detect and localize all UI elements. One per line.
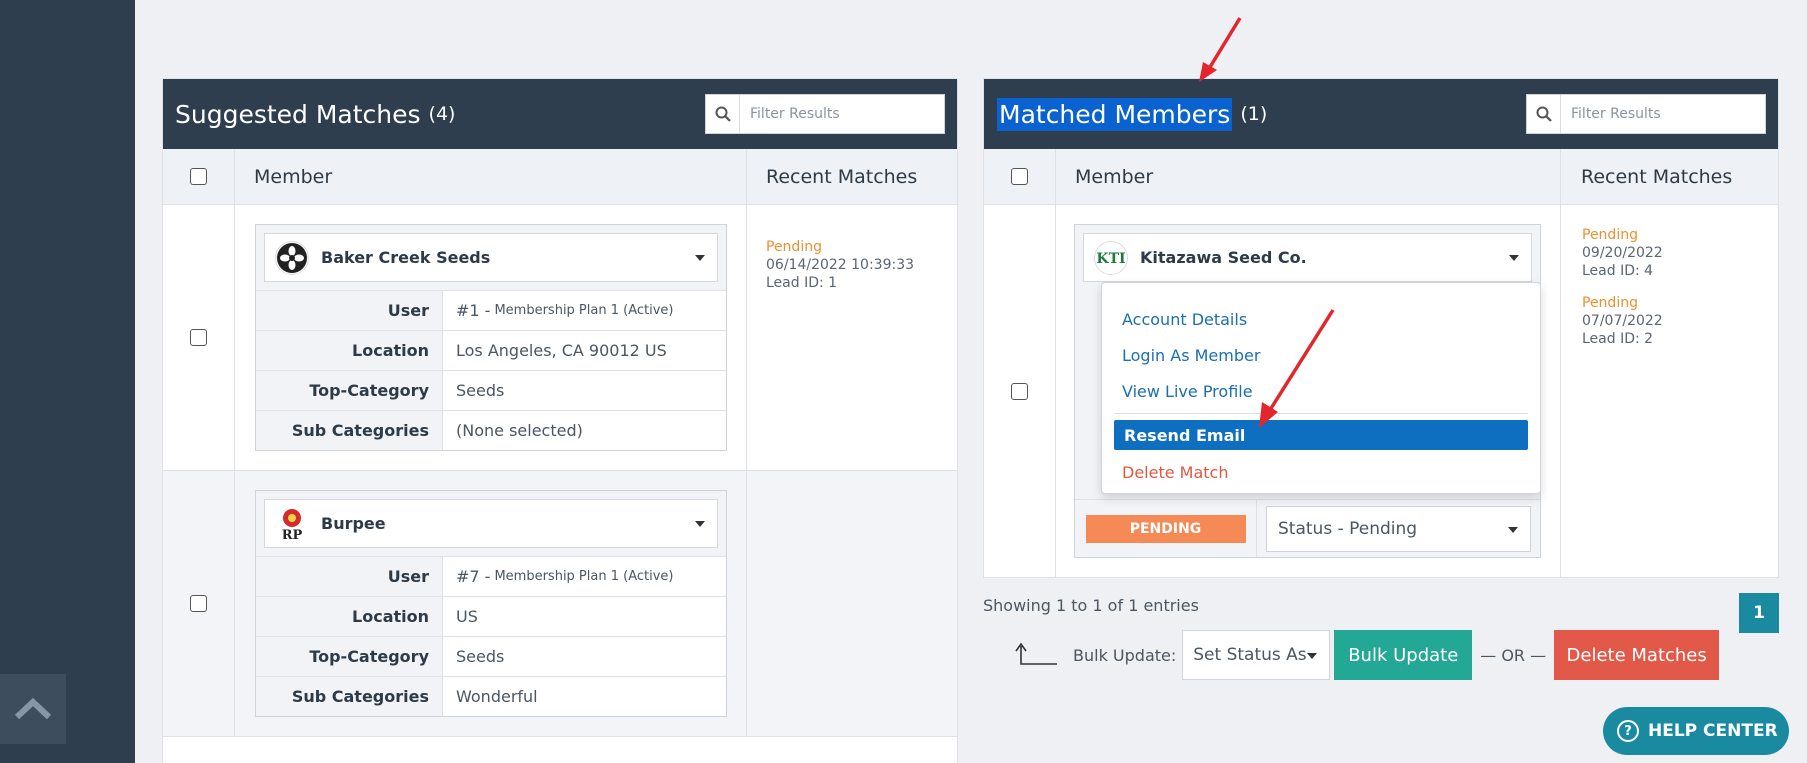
member-dropdown-toggle[interactable]: RP Burpee — [264, 499, 718, 548]
status-select[interactable]: Status - Pending — [1266, 505, 1531, 552]
corner-arrow-icon — [1015, 642, 1057, 665]
bulk-update-button[interactable]: Bulk Update — [1334, 630, 1473, 680]
bulk-update-bar: Bulk Update: Set Status As Bulk Update —… — [1015, 630, 1720, 680]
help-center-button[interactable]: ? HELP CENTER — [1603, 707, 1789, 755]
suggested-matches-panel: Suggested Matches (4) Member Recent Matc… — [162, 78, 958, 763]
chevron-up-icon — [14, 697, 52, 720]
entries-info: Showing 1 to 1 of 1 entries — [983, 596, 1199, 615]
suggested-table-header: Member Recent Matches — [163, 149, 957, 205]
menu-item-account-details[interactable]: Account Details — [1102, 301, 1540, 337]
recent-matches-cell: Pending 09/20/2022 Lead ID: 4 Pending 07… — [1561, 205, 1778, 577]
caret-down-icon — [695, 521, 705, 527]
column-member: Member — [235, 149, 747, 204]
matched-filter-input[interactable] — [1561, 95, 1761, 133]
table-row: Baker Creek Seeds User #1 - Membership Pla… — [163, 205, 957, 471]
column-member: Member — [1056, 149, 1561, 204]
member-logo: KTI — [1094, 240, 1128, 275]
or-separator: — OR — — [1480, 645, 1547, 665]
annotation-arrow-icon — [1199, 17, 1242, 82]
pagination-page-1[interactable]: 1 — [1739, 593, 1779, 633]
svg-text:RP: RP — [282, 528, 303, 541]
sidebar — [0, 0, 135, 763]
suggested-matches-header: Suggested Matches (4) — [163, 79, 957, 149]
member-name: Baker Creek Seeds — [321, 248, 491, 267]
matched-members-count: (1) — [1240, 103, 1268, 125]
column-recent-matches: Recent Matches — [1581, 165, 1733, 188]
menu-item-delete-match[interactable]: Delete Match — [1102, 454, 1540, 490]
question-circle-icon: ? — [1617, 720, 1639, 742]
matched-filter[interactable] — [1526, 94, 1766, 134]
delete-matches-button[interactable]: Delete Matches — [1554, 630, 1720, 680]
recent-match-entry: Pending 09/20/2022 Lead ID: 4 — [1582, 227, 1663, 279]
suggested-filter-input[interactable] — [740, 95, 940, 133]
member-actions-menu: Account Details Login As Member View Liv… — [1101, 282, 1541, 494]
column-recent-matches: Recent Matches — [766, 165, 918, 188]
member-dropdown-toggle[interactable]: KTI Kitazawa Seed Co. — [1083, 233, 1532, 282]
caret-down-icon — [1307, 653, 1318, 659]
suggested-matches-title: Suggested Matches — [175, 99, 421, 129]
status-badge: PENDING — [1085, 514, 1246, 543]
row-checkbox[interactable] — [190, 595, 207, 612]
status-row: PENDING Status - Pending — [1075, 499, 1540, 557]
caret-down-icon — [1509, 255, 1519, 261]
member-logo — [275, 240, 309, 275]
member-logo: RP — [275, 506, 309, 541]
flower-logo-icon — [277, 242, 307, 273]
select-all-checkbox[interactable] — [1011, 168, 1028, 185]
caret-down-icon — [695, 255, 705, 261]
member-card: Baker Creek Seeds User #1 - Membership Pla… — [255, 224, 727, 451]
recent-match-entry: Pending 07/07/2022 Lead ID: 2 — [1582, 295, 1663, 347]
suggested-matches-count: (4) — [428, 103, 456, 125]
scroll-to-top-button[interactable] — [0, 674, 66, 744]
row-checkbox[interactable] — [190, 329, 207, 346]
menu-item-login-as-member[interactable]: Login As Member — [1102, 337, 1540, 373]
recent-matches-cell — [747, 471, 957, 736]
flower-logo-icon: RP — [281, 508, 303, 541]
bulk-update-label: Bulk Update: — [1073, 645, 1177, 665]
bulk-status-select[interactable]: Set Status As — [1182, 630, 1331, 680]
recent-matches-cell: Pending 06/14/2022 10:39:33 Lead ID: 1 — [766, 239, 915, 291]
caret-down-icon — [1508, 526, 1518, 533]
menu-item-view-live-profile[interactable]: View Live Profile — [1102, 373, 1540, 409]
row-checkbox[interactable] — [1011, 382, 1028, 400]
search-icon — [715, 106, 731, 122]
svg-text:KTI: KTI — [1096, 251, 1125, 267]
member-name: Burpee — [321, 514, 386, 533]
kitazawa-logo-icon: KTI — [1096, 251, 1125, 267]
suggested-filter[interactable] — [705, 94, 945, 134]
member-card: RP Burpee User #7 - Membership Plan 1 (Act… — [255, 490, 727, 717]
select-all-checkbox[interactable] — [190, 168, 207, 185]
menu-item-resend-email[interactable]: Resend Email — [1114, 420, 1528, 450]
matched-members-title: Matched Members — [997, 97, 1233, 131]
matched-members-header: Matched Members (1) — [984, 79, 1778, 149]
search-icon — [1536, 106, 1552, 122]
menu-divider — [1114, 413, 1528, 414]
member-dropdown-toggle[interactable]: Baker Creek Seeds — [264, 233, 718, 282]
matched-table-header: Member Recent Matches — [984, 149, 1778, 205]
table-row: RP Burpee User #7 - Membership Plan 1 (Act… — [163, 471, 957, 737]
member-name: Kitazawa Seed Co. — [1140, 248, 1307, 267]
